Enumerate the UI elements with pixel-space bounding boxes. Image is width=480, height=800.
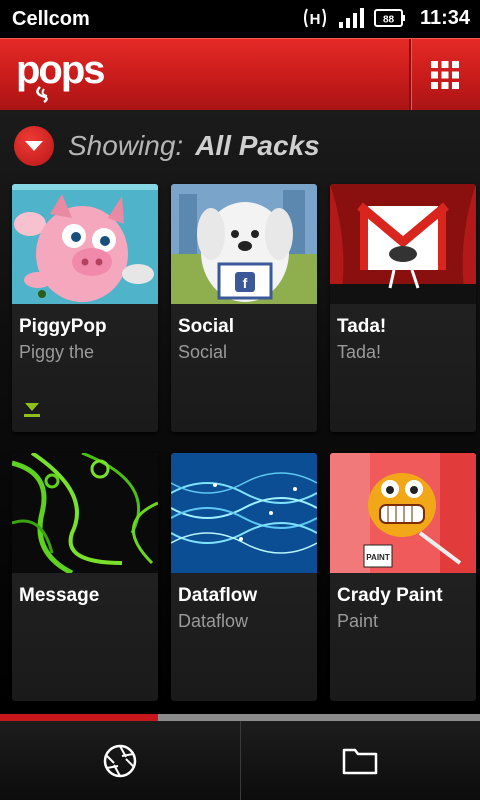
pack-thumbnail-tada	[330, 184, 476, 304]
bottom-bar	[0, 721, 480, 800]
pack-subtitle: Tada!	[337, 342, 382, 362]
pack-subtitle: Paint	[337, 611, 379, 631]
pack-card[interactable]: f Social Social	[171, 184, 317, 432]
pops-logo: pops	[14, 47, 118, 108]
pack-thumbnail-social: f	[171, 184, 317, 304]
page-indicator	[0, 714, 480, 721]
chevron-down-icon	[25, 141, 43, 151]
pack-browser: Showing: All Packs PiggyPop Piggy the f …	[0, 110, 480, 714]
pack-subtitle: Dataflow	[178, 611, 249, 631]
camera-button[interactable]	[0, 721, 240, 800]
filter-label: Showing:	[68, 130, 184, 161]
clock: 11:34	[419, 6, 470, 29]
status-bar: Cellcom H 88 11:34	[0, 0, 480, 38]
pack-title: PiggyPop	[19, 316, 107, 337]
pack-card[interactable]: Tada! Tada!	[330, 184, 476, 432]
pack-card[interactable]: Message	[12, 453, 158, 701]
pack-card[interactable]: PAINT Crady Paint Paint	[330, 453, 476, 701]
battery-icon: 88	[373, 9, 405, 27]
pack-thumbnail-dataflow	[171, 453, 317, 573]
folder-button[interactable]	[241, 721, 480, 800]
pack-thumbnail-crady-paint: PAINT	[330, 453, 476, 573]
download-icon[interactable]	[23, 402, 41, 418]
network-type-icon: H	[303, 8, 326, 28]
grid-icon	[431, 61, 459, 89]
pack-thumbnail-message	[12, 453, 158, 573]
folder-icon	[343, 748, 378, 774]
pack-title: Tada!	[337, 316, 387, 337]
pack-subtitle: Social	[178, 342, 228, 362]
grid-menu-button[interactable]	[420, 49, 470, 101]
pack-title: Crady Paint	[337, 585, 443, 606]
pack-title: Message	[19, 585, 100, 606]
pack-subtitle: Piggy the	[19, 342, 95, 362]
filter-row[interactable]: Showing: All Packs	[14, 126, 320, 166]
carrier-name: Cellcom	[12, 8, 90, 30]
pack-card[interactable]: Dataflow Dataflow	[171, 453, 317, 701]
pack-title: Dataflow	[178, 585, 258, 606]
signal-icon	[338, 8, 364, 28]
pack-title: Social	[178, 316, 234, 337]
svg-text:H: H	[310, 11, 321, 28]
camera-shutter-icon	[103, 744, 136, 777]
svg-text:PAINT: PAINT	[366, 553, 390, 562]
filter-dropdown-button[interactable]	[14, 126, 54, 166]
filter-value: All Packs	[195, 130, 320, 161]
svg-text:88: 88	[383, 15, 395, 26]
app-bar-divider	[409, 39, 412, 111]
svg-text:pops: pops	[16, 48, 104, 92]
svg-text:f: f	[243, 275, 248, 291]
pack-card[interactable]: PiggyPop Piggy the	[12, 184, 158, 432]
page-indicator-fill	[0, 714, 159, 721]
pack-thumbnail-piggypop	[12, 184, 158, 304]
app-bar: pops	[0, 38, 480, 111]
